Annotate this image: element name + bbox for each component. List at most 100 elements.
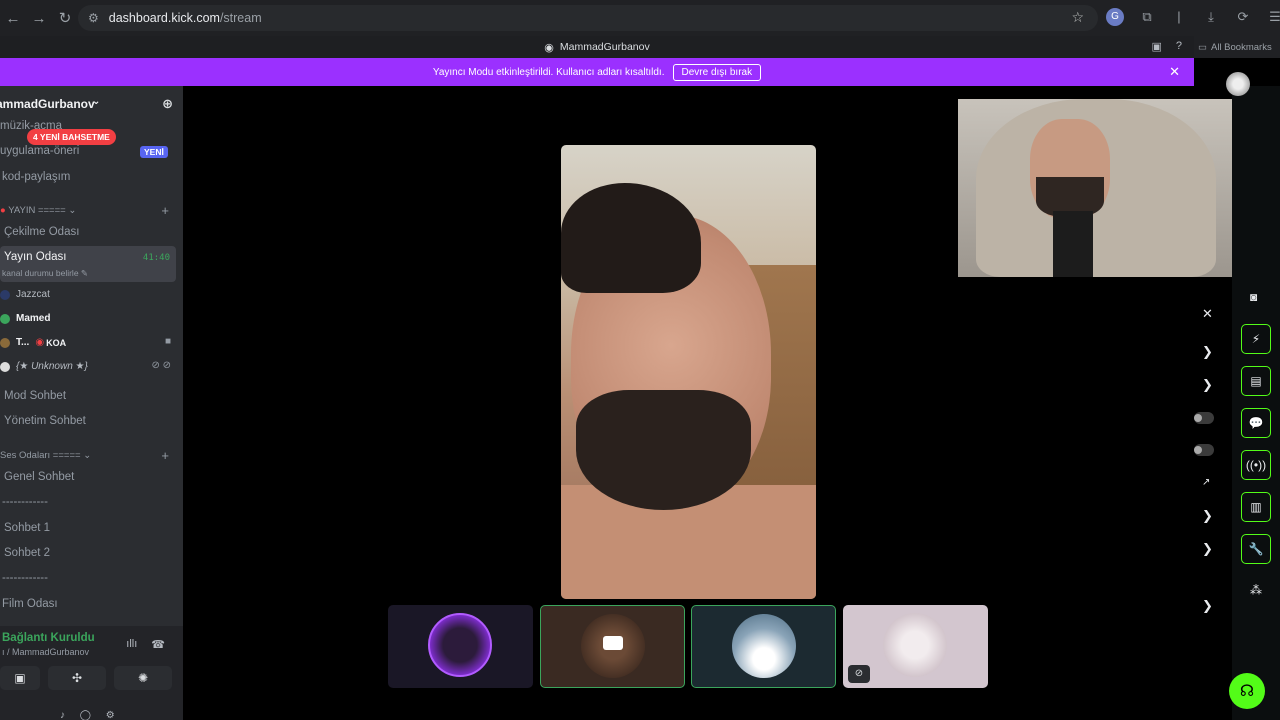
category-yayin[interactable]: ● YAYIN ===== ⌄ [0, 205, 76, 216]
channel-genel[interactable]: Genel Sohbet [4, 471, 74, 483]
channel-sohbet1[interactable]: Sohbet 1 [4, 522, 50, 534]
channel-divider: ------------ [2, 496, 48, 508]
avatar [0, 361, 10, 372]
tune-icon[interactable]: ☰ [1266, 8, 1280, 26]
toggle-switch[interactable] [1194, 412, 1214, 424]
help-icon[interactable]: ? [1176, 40, 1182, 53]
server-name: ammadGurbanov [0, 97, 95, 111]
site-settings-icon[interactable]: ⚙ [88, 11, 99, 25]
mic-icon[interactable]: ♪ [60, 710, 71, 720]
channel-film[interactable]: Film Odası [2, 598, 58, 610]
channel-divider: ------------ [2, 572, 48, 584]
participant-tile[interactable] [691, 605, 836, 688]
channel-kod[interactable]: kod-paylaşım [2, 171, 70, 183]
notes-button[interactable]: ▤ [1241, 366, 1271, 396]
bookmark-star-icon[interactable]: ☆ [1071, 9, 1084, 26]
headset-icon[interactable]: ◯ [80, 710, 97, 720]
back-icon[interactable]: ← [0, 5, 26, 31]
apps-icon[interactable]: ⁂ [1250, 583, 1262, 597]
all-bookmarks-link[interactable]: All Bookmarks [1211, 42, 1272, 53]
close-icon[interactable]: ✕ [1202, 306, 1213, 322]
chevron-right-icon[interactable]: ❯ [1202, 598, 1213, 614]
camera-icon [603, 636, 623, 650]
voice-user-name: {★ Unknown ★} [16, 361, 88, 372]
address-bar[interactable]: ⚙ dashboard.kick.com/stream ☆ [78, 5, 1098, 31]
disconnect-icon[interactable]: ☎ [151, 638, 165, 651]
voice-user-name: T... [16, 337, 30, 348]
layout-button[interactable]: ▥ [1241, 492, 1271, 522]
muted-deafened-icons: ⊘ ⊘ [151, 360, 171, 371]
connection-status[interactable]: Bağlantı Kuruldu [2, 632, 95, 644]
add-member-icon[interactable]: ⊕ [162, 96, 173, 112]
forward-icon[interactable]: → [26, 5, 52, 31]
download-icon[interactable]: ⤓ [1202, 8, 1220, 26]
browser-toolbar: ← → ↻ ⚙ dashboard.kick.com/stream ☆ G ⧉ … [0, 0, 1280, 36]
chevron-right-icon[interactable]: ❯ [1202, 377, 1213, 393]
support-chat-button[interactable]: ☊ [1229, 673, 1265, 709]
add-channel-icon[interactable]: + [161, 448, 169, 463]
channel-sidebar: ammadGurbanov ⌄ ⊕ müzik-acma 4 YENİ BAHS… [0, 86, 183, 720]
chevron-down-icon: ⌄ [68, 205, 77, 216]
category-ses[interactable]: Ses Odaları ===== ⌄ [0, 450, 91, 461]
chevron-right-icon[interactable]: ❯ [1202, 508, 1213, 524]
toggle-switch[interactable] [1194, 444, 1214, 456]
participant-tile[interactable] [388, 605, 533, 688]
notice-text: Yayıncı Modu etkinleştirildi. Kullanıcı … [432, 66, 665, 78]
person-beard [576, 390, 751, 510]
settings-gear-icon[interactable]: ⚙ [106, 710, 121, 720]
participant-tile[interactable]: ⊘ [843, 605, 988, 688]
participant-tile[interactable] [540, 605, 685, 688]
inbox-icon[interactable]: ▣ [1151, 40, 1161, 53]
activities-button[interactable]: ✣ [48, 666, 106, 690]
disable-streamer-mode-button[interactable]: Devre dışı bırak [672, 63, 762, 81]
person-hair [561, 183, 701, 293]
chevron-right-icon[interactable]: ❯ [1202, 541, 1213, 557]
avatar[interactable] [1226, 72, 1250, 96]
broadcast-button[interactable]: ((•)) [1241, 450, 1271, 480]
extensions-area: G ⧉ | ⤓ ⟳ ☰ ⋮ [1106, 8, 1280, 26]
screen-share-button[interactable]: ▣ [0, 666, 40, 690]
channel-uygulama[interactable]: uygulama-öneri [0, 145, 79, 157]
channel-cekilme[interactable]: Çekilme Odası [4, 226, 79, 238]
discord-logo-icon: ◉ [544, 41, 554, 54]
deafened-icon: ⊘ [848, 665, 870, 683]
server-header[interactable]: ammadGurbanov ⌄ ⊕ [0, 96, 183, 114]
voice-user[interactable]: Jazzcat [0, 289, 50, 300]
voice-user-tag: KOA [46, 337, 67, 348]
close-icon[interactable]: ✕ [1169, 64, 1180, 80]
pencil-icon: ✎ [80, 268, 89, 278]
channel-status[interactable]: kanal durumu belirle ✎ [2, 268, 88, 279]
voice-user[interactable]: {★ Unknown ★} [0, 361, 88, 372]
voice-user[interactable]: T... ◉ KOA [0, 337, 66, 348]
channel-yayin-odasi[interactable]: Yayın Odası 41:40 kanal durumu belirle ✎ [0, 246, 176, 282]
user-controls: ♪ ◯ ⚙ [60, 710, 121, 720]
reload-icon[interactable]: ↻ [52, 5, 78, 31]
screenshot-icon[interactable]: ◙ [1250, 290, 1257, 304]
quick-actions-button[interactable]: ⚡ [1241, 324, 1271, 354]
soundboard-button[interactable]: ✺ [114, 666, 172, 690]
chevron-right-icon[interactable]: ❯ [1202, 344, 1213, 360]
main-video-stream[interactable] [561, 145, 816, 599]
channel-mod[interactable]: Mod Sohbet [4, 390, 66, 402]
streamer-mode-notice: Yayıncı Modu etkinleştirildi. Kullanıcı … [0, 58, 1194, 86]
separator: | [1177, 9, 1181, 24]
tools-button[interactable]: 🔧 [1241, 534, 1271, 564]
wrench-icon: 🔧 [1248, 542, 1264, 556]
dashboard-sidebar [1232, 86, 1280, 720]
voice-user[interactable]: Mamed [0, 313, 50, 324]
mention-badge[interactable]: 4 YENİ BAHSETME [27, 129, 116, 145]
extension-translate-icon[interactable]: G [1106, 8, 1124, 26]
extensions-puzzle-icon[interactable]: ⧉ [1138, 8, 1156, 26]
channel-yonetim[interactable]: Yönetim Sohbet [4, 415, 86, 427]
external-link-icon[interactable]: ↗ [1202, 477, 1210, 488]
add-channel-icon[interactable]: + [161, 203, 169, 218]
headset-icon: ☊ [1239, 683, 1255, 700]
chat-button[interactable]: 💬 [1241, 408, 1271, 438]
channel-status-text: kanal durumu belirle [2, 268, 79, 278]
sync-icon[interactable]: ⟳ [1234, 8, 1252, 26]
avatar [0, 289, 10, 300]
chevron-down-icon: ⌄ [83, 450, 92, 461]
noise-suppression-icon[interactable]: ıllı [126, 638, 137, 651]
new-badge: YENİ [140, 146, 168, 158]
channel-sohbet2[interactable]: Sohbet 2 [4, 547, 50, 559]
